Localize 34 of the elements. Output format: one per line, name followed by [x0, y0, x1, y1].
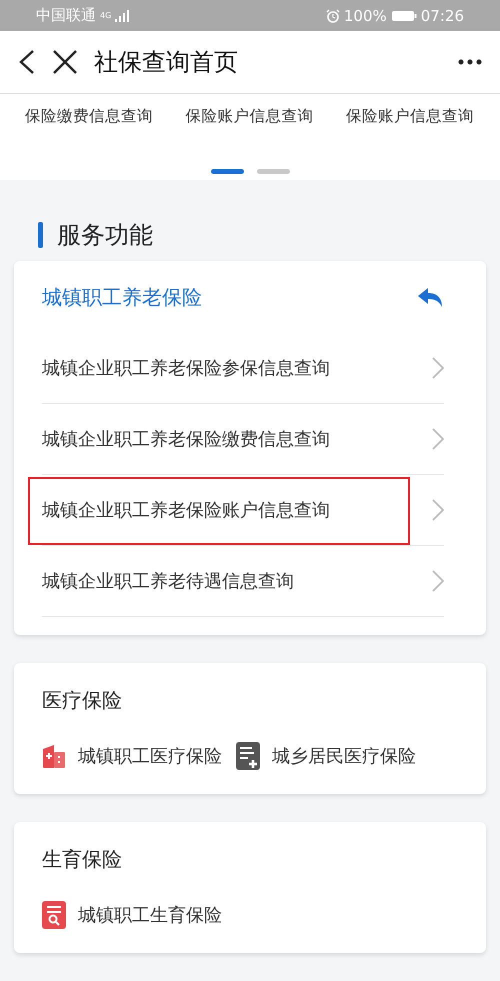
network-type: 4G [100, 11, 112, 20]
carousel-item[interactable]: 保险账户信息查询 [186, 106, 314, 127]
alarm-icon [326, 8, 340, 22]
card-title: 医疗保险 [42, 686, 123, 714]
hospital-icon [42, 743, 66, 768]
back-icon[interactable] [18, 48, 36, 75]
carrier-name: 中国联通 [36, 6, 96, 25]
battery-icon [390, 10, 417, 22]
battery-percent: 100% [344, 6, 387, 24]
card-title: 生育保险 [42, 846, 123, 873]
card-title: 城镇职工养老保险 [42, 284, 202, 312]
service-link[interactable]: 城镇职工生育保险 [42, 900, 222, 929]
reply-icon[interactable] [418, 288, 444, 308]
menu-item[interactable]: 城镇企业职工养老保险参保信息查询 [42, 356, 330, 380]
menu-item[interactable]: 城镇企业职工养老待遇信息查询 [42, 568, 294, 593]
signal-icon [115, 10, 130, 22]
menu-item[interactable]: 城镇企业职工养老保险账户信息查询 [42, 498, 330, 522]
clock-time: 07:26 [420, 6, 464, 24]
section-title: 服务功能 [57, 220, 153, 251]
chevron-right-icon [432, 356, 444, 379]
search-document-icon [42, 900, 66, 929]
section-marker [38, 222, 43, 248]
close-icon[interactable] [52, 48, 78, 75]
carousel-item[interactable]: 保险缴费信息查询 [25, 106, 153, 127]
service-link[interactable]: 城乡居民医疗保险 [236, 742, 416, 770]
chevron-right-icon [432, 570, 444, 592]
page-title: 社保查询首页 [94, 46, 239, 78]
chevron-right-icon [432, 428, 444, 450]
service-link[interactable]: 城镇职工医疗保险 [42, 742, 222, 770]
menu-item[interactable]: 城镇企业职工养老保险缴费信息查询 [42, 426, 330, 451]
chevron-right-icon [432, 498, 444, 521]
document-plus-icon [236, 742, 260, 770]
more-icon[interactable] [458, 58, 482, 65]
carousel-item[interactable]: 保险账户信息查询 [346, 106, 474, 127]
